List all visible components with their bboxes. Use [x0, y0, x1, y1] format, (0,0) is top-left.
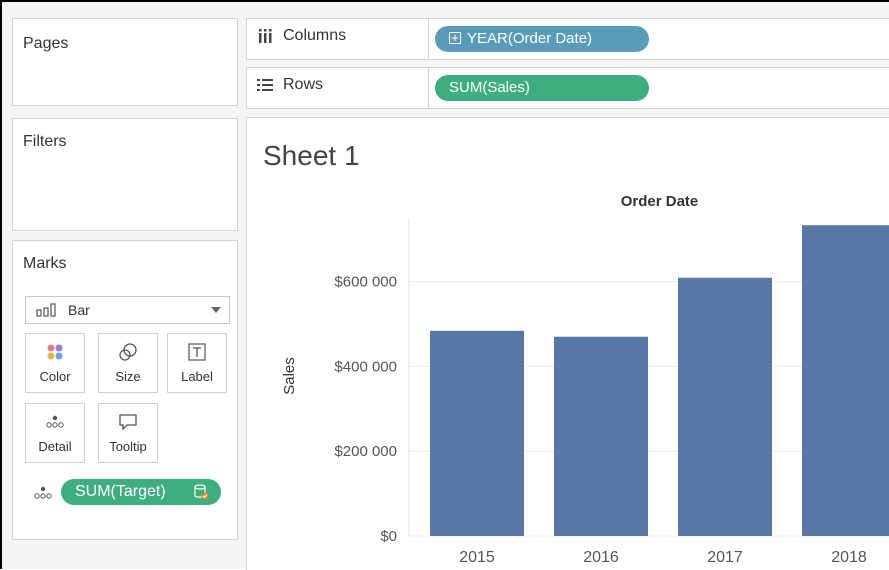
bar-chart: $0 $200 000 $400 000 $600 000 2015 2016 2017 2…: [281, 218, 889, 566]
y-tick-label: $200 000: [334, 443, 397, 460]
filters-card[interactable]: Filters: [12, 118, 238, 231]
y-tick-label: $600 000: [334, 274, 397, 291]
detail-icon: [46, 415, 64, 428]
size-button[interactable]: Size: [98, 333, 158, 393]
columns-icon: [259, 29, 272, 43]
mark-type-value: Bar: [68, 302, 90, 318]
rows-shelf[interactable]: Rows SUM(Sales): [246, 67, 889, 109]
columns-shelf-header: Columns: [257, 27, 346, 45]
database-check-icon: [194, 484, 209, 500]
bar-2015[interactable]: [430, 330, 524, 536]
color-icon: [47, 344, 63, 360]
bar-chart-icon: [36, 303, 56, 317]
expand-icon: [449, 32, 461, 44]
shelf-divider: [428, 68, 429, 108]
y-axis-title: Sales: [281, 357, 298, 395]
year-order-date-pill[interactable]: YEAR(Order Date): [435, 26, 649, 52]
sum-sales-label: SUM(Sales): [449, 79, 530, 96]
text-label-icon: [188, 343, 206, 361]
rows-shelf-header: Rows: [257, 76, 323, 94]
detail-button[interactable]: Detail: [25, 403, 85, 463]
x-tick-label: 2017: [707, 549, 743, 566]
label-label: Label: [181, 369, 213, 384]
detail-icon: [34, 486, 52, 499]
tooltip-icon: [119, 414, 137, 431]
bar-2018[interactable]: [802, 225, 889, 536]
rows-icon: [257, 79, 273, 91]
shelf-divider: [428, 19, 429, 59]
y-tick-label: $0: [380, 528, 397, 545]
color-button[interactable]: Color: [25, 333, 85, 393]
pages-card[interactable]: Pages: [12, 18, 238, 106]
bar-2016[interactable]: [554, 336, 648, 536]
size-icon: [119, 343, 137, 361]
sum-target-label: SUM(Target): [75, 483, 166, 500]
sum-target-pill[interactable]: SUM(Target): [61, 479, 221, 505]
marks-card: Marks Bar Color Size Label Detail Toolti…: [12, 240, 238, 540]
worksheet-view: Sheet 1 Order Date $0 $200 000 $400 000 $60…: [246, 117, 889, 570]
size-label: Size: [115, 369, 141, 384]
label-button[interactable]: Label: [167, 333, 227, 393]
y-tick-label: $400 000: [334, 358, 397, 375]
sum-sales-pill[interactable]: SUM(Sales): [435, 75, 649, 101]
marks-label: Marks: [23, 255, 67, 272]
color-label: Color: [39, 369, 71, 384]
x-tick-label: 2018: [831, 549, 867, 566]
year-order-date-label: YEAR(Order Date): [467, 30, 593, 47]
chevron-down-icon: [211, 307, 221, 313]
tooltip-button[interactable]: Tooltip: [98, 403, 158, 463]
columns-label: Columns: [283, 27, 347, 44]
bar-2017[interactable]: [678, 277, 772, 536]
columns-shelf[interactable]: Columns YEAR(Order Date): [246, 18, 889, 60]
detail-label: Detail: [38, 439, 72, 454]
tooltip-label: Tooltip: [109, 439, 147, 454]
pages-title: Pages: [23, 35, 69, 52]
tableau-workspace: Pages Filters Marks Bar Color Size Label…: [0, 0, 889, 570]
rows-label: Rows: [283, 76, 324, 93]
marks-title: Marks: [23, 255, 67, 273]
mark-type-dropdown[interactable]: Bar: [25, 296, 230, 324]
filters-title: Filters: [23, 133, 67, 150]
x-tick-label: 2015: [459, 549, 495, 566]
x-tick-label: 2016: [583, 549, 619, 566]
